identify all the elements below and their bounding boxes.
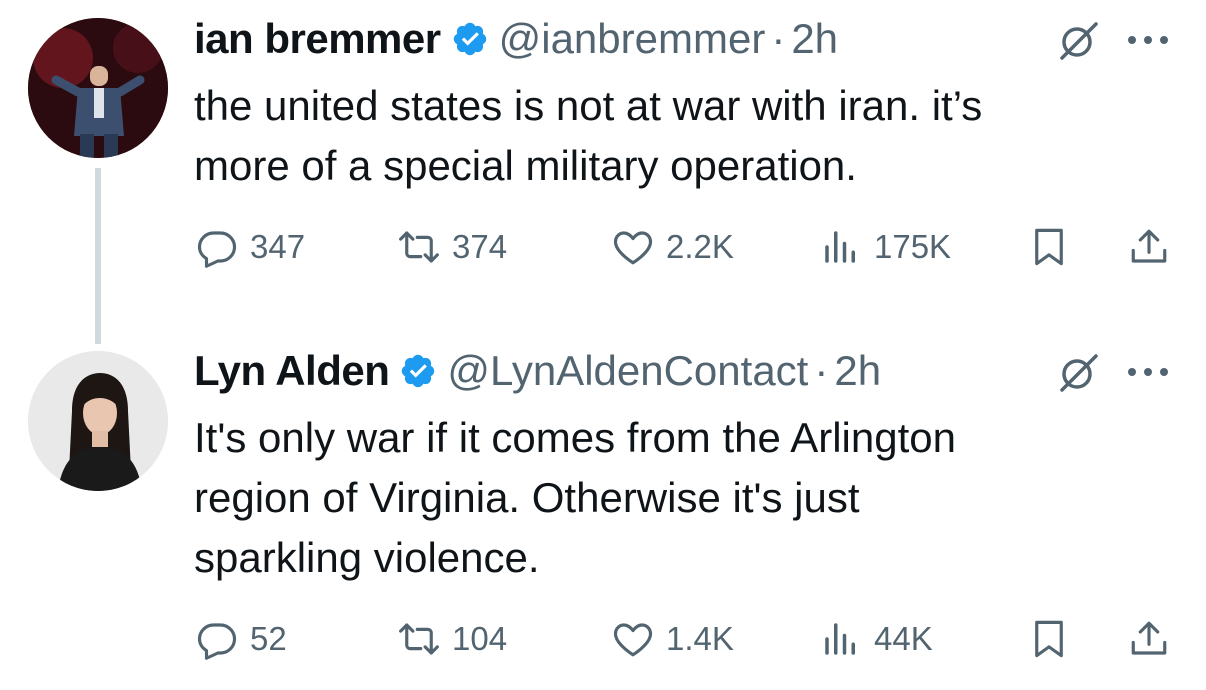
tweet-header: ian bremmer @ianbremmer · 2h <box>194 14 838 64</box>
views-count: 175K <box>874 228 952 265</box>
like-count: 1.4K <box>666 620 734 657</box>
display-name[interactable]: ian bremmer <box>194 15 441 63</box>
views-icon <box>825 623 855 655</box>
handle[interactable]: @ianbremmer <box>499 15 766 63</box>
bookmark-button[interactable] <box>1028 225 1070 269</box>
grok-icon[interactable] <box>1056 350 1102 396</box>
repost-button[interactable]: 374 <box>398 225 507 269</box>
separator-dot: · <box>814 347 829 394</box>
display-name[interactable]: Lyn Alden <box>194 347 390 395</box>
tweet-ian-bremmer[interactable]: ian bremmer @ianbremmer · 2h the united … <box>0 0 1206 344</box>
reply-count: 52 <box>250 620 287 657</box>
share-button[interactable] <box>1128 225 1170 269</box>
views-icon <box>825 231 855 263</box>
share-button[interactable] <box>1128 617 1170 661</box>
views-button[interactable]: 175K <box>820 225 951 269</box>
tweet-text: the united states is not at war with ira… <box>194 76 1184 196</box>
avatar[interactable] <box>28 18 168 158</box>
like-icon <box>613 231 653 265</box>
repost-icon <box>399 623 439 655</box>
share-icon <box>1131 229 1167 263</box>
repost-count: 374 <box>452 228 508 265</box>
reply-count: 347 <box>250 228 306 265</box>
tweet-actions: 52 104 1.4K 44K <box>0 617 1206 661</box>
avatar[interactable] <box>28 351 168 491</box>
grok-icon[interactable] <box>1056 18 1102 64</box>
timestamp[interactable]: 2h <box>791 15 838 63</box>
tweet-text-line: sparkling violence. <box>194 534 540 581</box>
like-icon <box>613 623 653 657</box>
verified-badge-icon[interactable] <box>451 20 489 58</box>
like-count: 2.2K <box>666 228 734 265</box>
repost-icon <box>399 231 439 263</box>
like-button[interactable]: 2.2K <box>612 225 734 269</box>
tweet-text-line: the united states is not at war with ira… <box>194 82 983 129</box>
repost-count: 104 <box>452 620 508 657</box>
tweet-text-line: It's only war if it comes from the Arlin… <box>194 414 956 461</box>
bookmark-icon <box>1035 228 1063 266</box>
handle[interactable]: @LynAldenContact <box>447 347 808 395</box>
like-button[interactable]: 1.4K <box>612 617 734 661</box>
avatar-image <box>28 18 168 158</box>
separator-dot: · <box>771 15 786 62</box>
tweet-header: Lyn Alden @LynAldenContact · 2h <box>194 346 881 396</box>
reply-button[interactable]: 347 <box>196 225 305 269</box>
reply-icon <box>197 623 237 660</box>
verified-badge-icon[interactable] <box>399 352 437 390</box>
views-button[interactable]: 44K <box>820 617 933 661</box>
reply-button[interactable]: 52 <box>196 617 287 661</box>
more-icon[interactable] <box>1126 366 1170 378</box>
views-count: 44K <box>874 620 933 657</box>
tweet-lyn-alden[interactable]: Lyn Alden @LynAldenContact · 2h It's onl… <box>0 330 1206 690</box>
avatar-image <box>28 351 168 491</box>
timestamp[interactable]: 2h <box>834 347 881 395</box>
tweet-actions: 347 374 2.2K 175K <box>0 225 1206 269</box>
tweet-text: It's only war if it comes from the Arlin… <box>194 408 1184 588</box>
tweet-text-line: more of a special military operation. <box>194 142 857 189</box>
share-icon <box>1131 621 1167 655</box>
bookmark-icon <box>1035 620 1063 658</box>
reply-icon <box>197 231 237 268</box>
bookmark-button[interactable] <box>1028 617 1070 661</box>
tweet-text-line: region of Virginia. Otherwise it's just <box>194 474 860 521</box>
repost-button[interactable]: 104 <box>398 617 507 661</box>
more-icon[interactable] <box>1126 34 1170 46</box>
